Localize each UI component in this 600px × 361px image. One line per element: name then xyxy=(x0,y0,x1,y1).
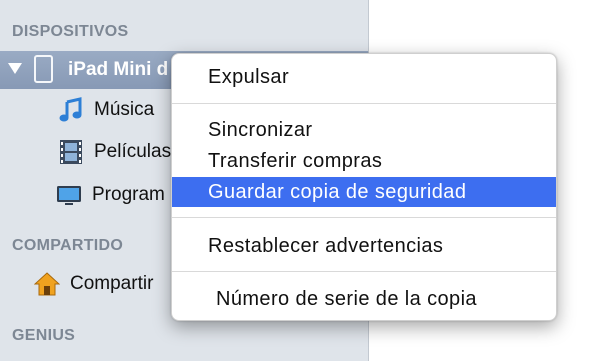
home-sharing-icon xyxy=(34,272,60,296)
section-header-shared: COMPARTIDO xyxy=(12,237,124,254)
music-note-icon xyxy=(59,97,82,122)
monitor-icon xyxy=(57,186,81,205)
menu-separator xyxy=(172,271,556,272)
menu-item-back-up[interactable]: Guardar copia de seguridad xyxy=(172,177,556,207)
menu-item-backup-serial-number[interactable]: Número de serie de la copia xyxy=(172,284,556,314)
menu-separator xyxy=(172,103,556,104)
menu-item-eject[interactable]: Expulsar xyxy=(172,62,556,92)
ipad-icon xyxy=(34,55,53,83)
device-context-menu: Expulsar Sincronizar Transferir compras … xyxy=(171,53,557,321)
device-name: iPad Mini d xyxy=(68,59,169,80)
menu-item-reset-warnings[interactable]: Restablecer advertencias xyxy=(172,231,556,261)
sidebar-item-label: Program xyxy=(92,184,165,205)
section-header-devices: DISPOSITIVOS xyxy=(12,23,129,40)
menu-separator xyxy=(172,217,556,218)
menu-item-transfer-purchases[interactable]: Transferir compras xyxy=(172,146,556,176)
sidebar-item-label: Compartir xyxy=(70,273,154,294)
film-icon xyxy=(60,140,82,164)
disclosure-triangle-icon[interactable] xyxy=(8,63,22,74)
section-header-genius: GENIUS xyxy=(12,327,76,344)
sidebar-item-label: Películas xyxy=(94,141,172,162)
sidebar-item-label: Música xyxy=(94,99,155,120)
menu-item-sync[interactable]: Sincronizar xyxy=(172,115,556,145)
